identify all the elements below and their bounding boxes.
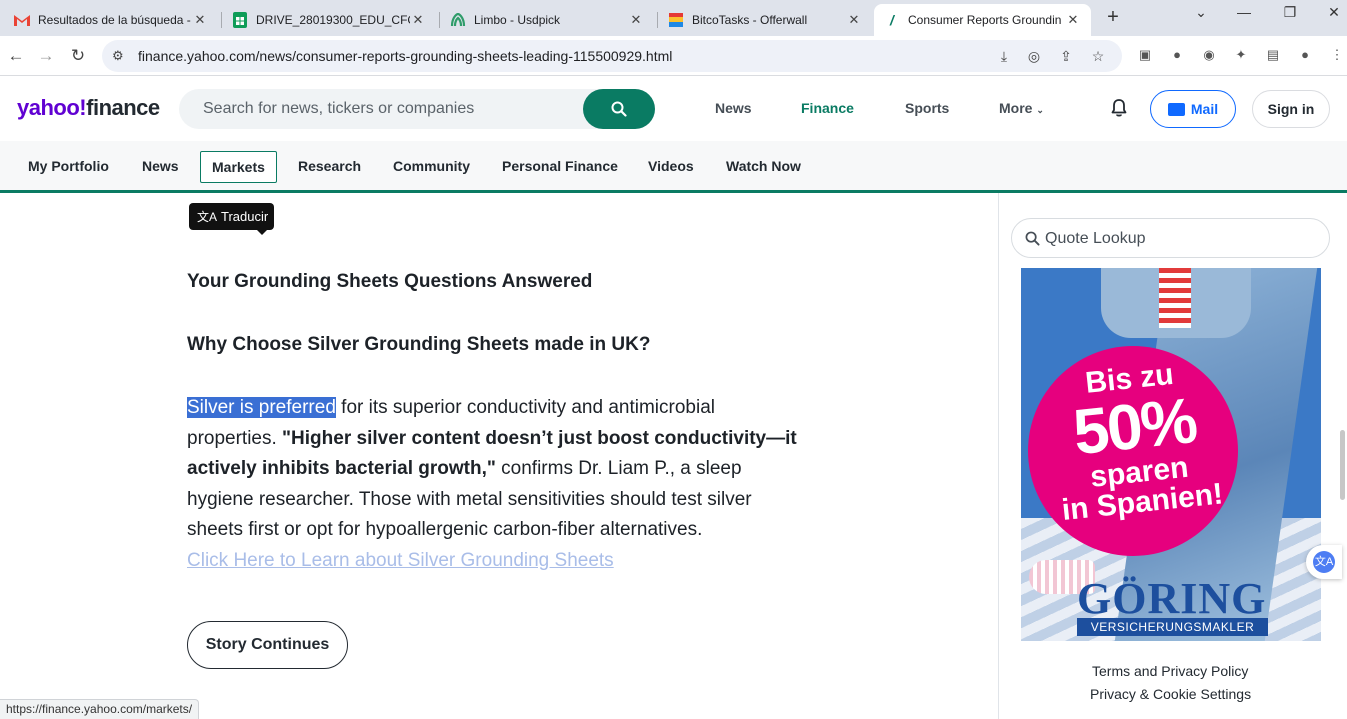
ad-brand-tagline: VERSICHERUNGSMAKLER bbox=[1077, 618, 1268, 636]
share-icon[interactable]: ⇪ bbox=[1056, 48, 1076, 65]
translate-icon: 文A bbox=[1313, 551, 1335, 573]
nav-more[interactable]: More ⌄ bbox=[999, 100, 1044, 116]
close-icon[interactable]: ✕ bbox=[628, 12, 644, 28]
scrollbar-thumb[interactable] bbox=[1340, 430, 1345, 500]
status-bar-url: https://finance.yahoo.com/markets/ bbox=[0, 699, 200, 719]
nav-finance[interactable]: Finance bbox=[801, 100, 854, 116]
back-arrow-icon[interactable]: ← bbox=[4, 44, 28, 68]
sign-in-button[interactable]: Sign in bbox=[1252, 90, 1330, 128]
finance-subnav: My Portfolio News Markets Research Commu… bbox=[0, 141, 1347, 193]
translate-icon: 文A bbox=[197, 210, 218, 224]
profile-avatar-icon[interactable]: ● bbox=[1296, 46, 1314, 64]
site-settings-icon[interactable]: ⚙ bbox=[112, 48, 124, 64]
search-icon bbox=[1025, 231, 1040, 246]
install-app-icon[interactable]: ⤓ bbox=[994, 48, 1014, 65]
search-button[interactable] bbox=[583, 89, 655, 129]
site-header: yahoo!finance Search for news, tickers o… bbox=[0, 77, 1347, 141]
browser-tab-sheets[interactable]: DRIVE_28019300_EDU_CFGS ✕ bbox=[222, 4, 436, 36]
ad-promo-text: Bis zu 50% sparen in Spanien! bbox=[1060, 357, 1225, 528]
browser-tab-bitcotasks[interactable]: BitcoTasks - Offerwall ✕ bbox=[658, 4, 872, 36]
gmail-icon bbox=[14, 12, 30, 28]
limbo-icon bbox=[450, 12, 466, 28]
subnav-news[interactable]: News bbox=[142, 158, 179, 174]
bitcotasks-icon bbox=[668, 12, 684, 28]
nav-sports[interactable]: Sports bbox=[905, 100, 949, 116]
subnav-markets[interactable]: Markets bbox=[200, 151, 277, 183]
sheets-icon bbox=[232, 12, 248, 28]
close-icon[interactable]: ✕ bbox=[1065, 12, 1081, 28]
article-heading-questions: Your Grounding Sheets Questions Answered bbox=[187, 271, 593, 292]
ad-brand-name: GÖRING bbox=[1077, 574, 1267, 623]
floating-translate-button[interactable]: 文A bbox=[1306, 545, 1342, 579]
site-search-input[interactable]: Search for news, tickers or companies bbox=[179, 89, 655, 129]
yahoo-finance-icon: / bbox=[890, 12, 894, 28]
selected-text[interactable]: Silver is preferred bbox=[187, 397, 336, 418]
terms-privacy-link[interactable]: Terms and Privacy Policy bbox=[1092, 663, 1248, 679]
story-continues-button[interactable]: Story Continues bbox=[187, 621, 348, 669]
side-panel-icon[interactable]: ▤ bbox=[1264, 46, 1282, 64]
forward-arrow-icon[interactable]: → bbox=[34, 44, 58, 68]
goring-advertisement[interactable]: Bis zu 50% sparen in Spanien! GÖRING VER… bbox=[1021, 268, 1321, 641]
quote-lookup-input[interactable]: Quote Lookup bbox=[1011, 218, 1330, 258]
close-icon[interactable]: ✕ bbox=[410, 12, 426, 28]
ad-model-shirt-graphic bbox=[1159, 268, 1191, 328]
chevron-down-icon: ⌄ bbox=[1036, 105, 1044, 115]
bookmark-star-icon[interactable]: ☆ bbox=[1088, 48, 1108, 65]
url-text: finance.yahoo.com/news/consumer-reports-… bbox=[138, 48, 673, 64]
privacy-cookie-settings-link[interactable]: Privacy & Cookie Settings bbox=[1090, 686, 1251, 702]
eye-off-icon[interactable]: ◎ bbox=[1024, 48, 1044, 65]
minimize-button[interactable]: — bbox=[1229, 4, 1259, 20]
translate-tooltip[interactable]: 文A Traducir bbox=[189, 203, 274, 235]
subnav-personal-finance[interactable]: Personal Finance bbox=[502, 158, 618, 174]
pinterest-extension-icon[interactable]: ● bbox=[1168, 46, 1186, 64]
puzzle-extensions-icon[interactable]: ✦ bbox=[1232, 46, 1250, 64]
subnav-videos[interactable]: Videos bbox=[648, 158, 694, 174]
article-heading-silver: Why Choose Silver Grounding Sheets made … bbox=[187, 334, 651, 355]
subnav-community[interactable]: Community bbox=[393, 158, 470, 174]
tab-search-icon[interactable]: ⌄ bbox=[1186, 4, 1216, 21]
browser-tab-limbo[interactable]: Limbo - Usdpick ✕ bbox=[440, 4, 654, 36]
search-icon bbox=[611, 101, 627, 117]
silver-sheets-link[interactable]: Click Here to Learn about Silver Groundi… bbox=[187, 550, 614, 571]
mail-button[interactable]: Mail bbox=[1150, 90, 1236, 128]
window-close-button[interactable]: ✕ bbox=[1319, 4, 1347, 21]
close-icon[interactable]: ✕ bbox=[192, 12, 208, 28]
subnav-research[interactable]: Research bbox=[298, 158, 361, 174]
subnav-watch-now[interactable]: Watch Now bbox=[726, 158, 801, 174]
browser-tab-yahoo-finance[interactable]: / Consumer Reports Groundin ✕ bbox=[874, 4, 1091, 36]
rail-divider bbox=[998, 193, 999, 719]
restore-button[interactable]: ❐ bbox=[1275, 4, 1305, 21]
address-bar[interactable]: ⚙ finance.yahoo.com/news/consumer-report… bbox=[102, 40, 1122, 72]
close-icon[interactable]: ✕ bbox=[846, 12, 862, 28]
reload-icon[interactable]: ↻ bbox=[66, 44, 90, 68]
new-tab-button[interactable]: + bbox=[1101, 6, 1125, 29]
envelope-icon bbox=[1167, 102, 1185, 116]
browser-menu-icon[interactable]: ⋮ bbox=[1328, 46, 1346, 64]
browser-toolbar: ← → ↻ ⚙ finance.yahoo.com/news/consumer-… bbox=[0, 36, 1347, 76]
subnav-my-portfolio[interactable]: My Portfolio bbox=[28, 158, 109, 174]
yahoo-finance-logo[interactable]: yahoo!finance bbox=[17, 95, 160, 121]
nav-news[interactable]: News bbox=[715, 100, 752, 116]
tab-groups-icon[interactable]: ▣ bbox=[1136, 46, 1154, 64]
grammarly-extension-icon[interactable]: ◉ bbox=[1200, 46, 1218, 64]
browser-tab-gmail[interactable]: Resultados de la búsqueda - ✕ bbox=[4, 4, 218, 36]
notification-bell-icon[interactable] bbox=[1108, 97, 1130, 119]
browser-tab-strip: Resultados de la búsqueda - ✕ DRIVE_2801… bbox=[0, 0, 1347, 36]
article-paragraph: Silver is preferred for its superior con… bbox=[187, 397, 797, 571]
